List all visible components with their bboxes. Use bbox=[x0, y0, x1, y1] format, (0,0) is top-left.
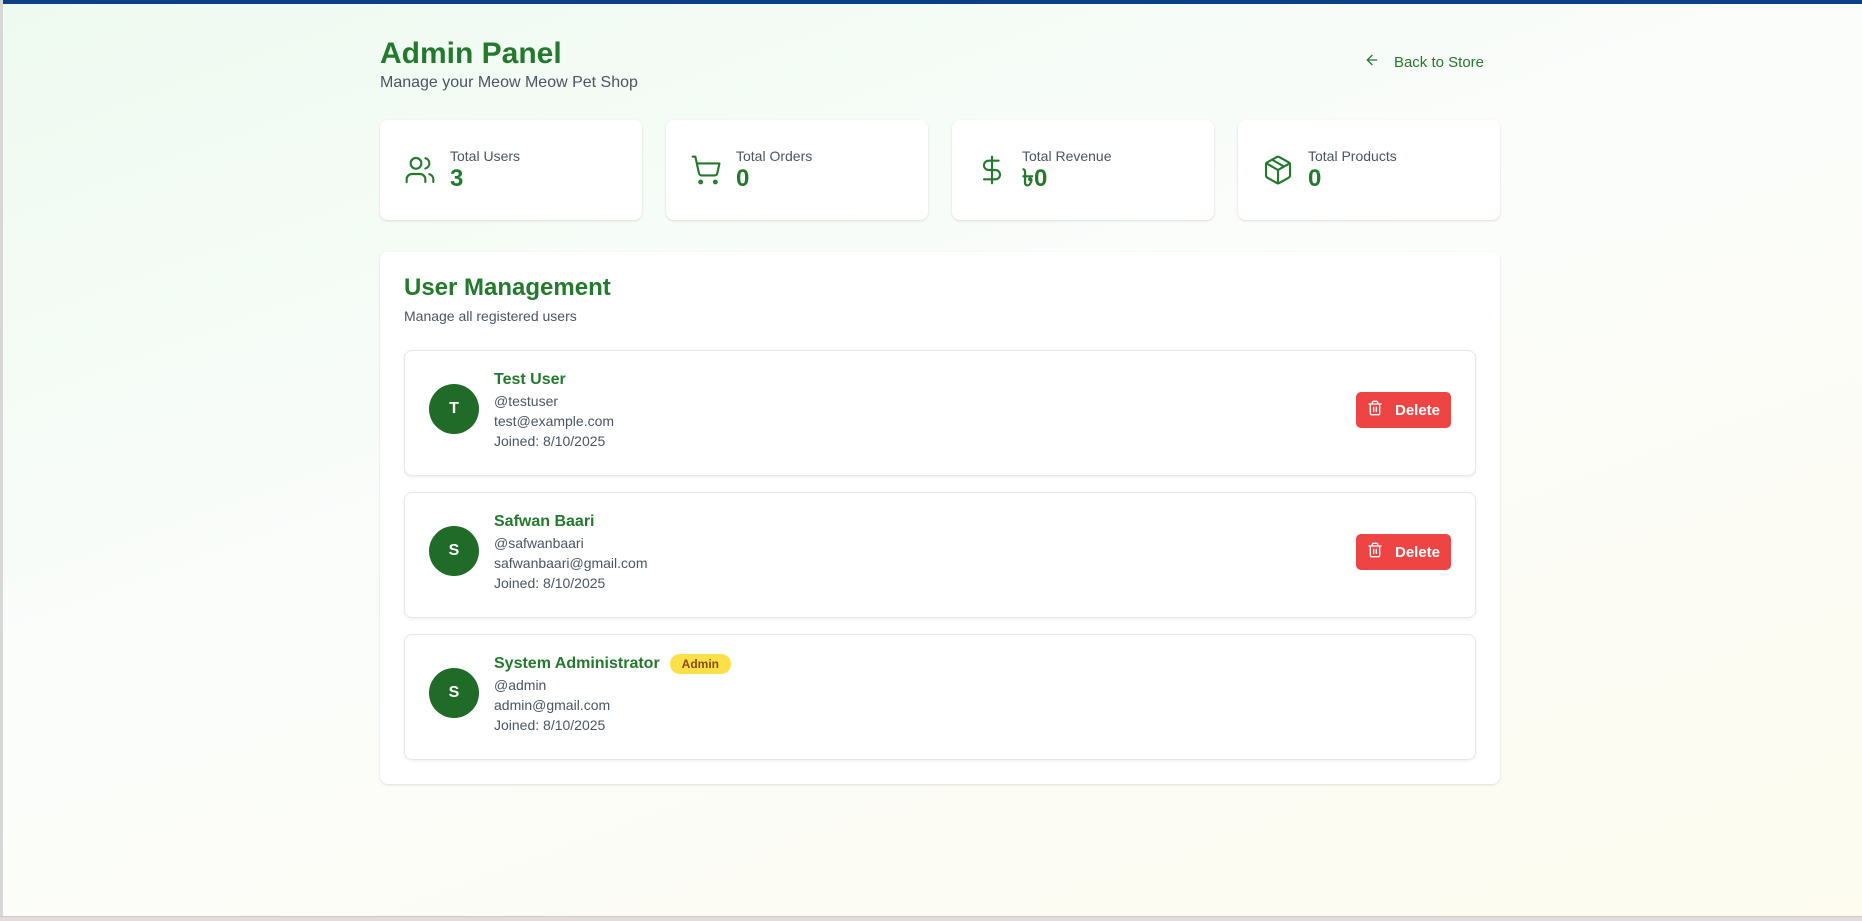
stat-label: Total Users bbox=[450, 148, 521, 164]
user-name-row: System Administrator Admin bbox=[494, 653, 732, 675]
trash-icon bbox=[1367, 400, 1383, 420]
page-title: Admin Panel bbox=[380, 37, 562, 70]
trash-icon bbox=[1367, 542, 1383, 562]
user-email: safwanbaari@gmail.com bbox=[494, 555, 648, 571]
user-joined: Joined: 8/10/2025 bbox=[494, 433, 606, 449]
user-card: T Test User @testuser test@example.com J… bbox=[404, 350, 1476, 476]
delete-user-button[interactable]: Delete bbox=[1356, 534, 1451, 570]
user-username: @admin bbox=[494, 677, 547, 693]
stats-row: Total Users 3 Total Orders 0 Total Reven… bbox=[380, 120, 1500, 220]
stat-value: ৳0 bbox=[1022, 165, 1048, 192]
user-email: test@example.com bbox=[494, 413, 615, 429]
dollar-icon bbox=[976, 154, 1008, 186]
browser-top-bar bbox=[0, 0, 1862, 4]
user-email: admin@gmail.com bbox=[494, 697, 611, 713]
user-joined: Joined: 8/10/2025 bbox=[494, 717, 606, 733]
delete-user-button[interactable]: Delete bbox=[1356, 392, 1451, 428]
stat-label: Total Orders bbox=[736, 148, 813, 164]
user-name: Test User bbox=[494, 371, 566, 388]
stat-card-orders: Total Orders 0 bbox=[666, 120, 928, 220]
users-icon bbox=[404, 154, 436, 186]
back-to-store-label: Back to Store bbox=[1393, 53, 1484, 71]
user-name-row: Safwan Baari bbox=[494, 511, 648, 533]
admin-badge: Admin bbox=[669, 654, 732, 674]
user-info: Safwan Baari @safwanbaari safwanbaari@gm… bbox=[494, 511, 648, 593]
stat-card-products: Total Products 0 bbox=[1238, 120, 1500, 220]
avatar: S bbox=[429, 668, 479, 718]
user-card: S Safwan Baari @safwanbaari safwanbaari@… bbox=[404, 492, 1476, 618]
section-subtitle: Manage all registered users bbox=[404, 308, 577, 324]
page-header: Admin Panel Manage your Meow Meow Pet Sh… bbox=[380, 36, 1500, 96]
back-to-store-link[interactable]: Back to Store bbox=[1364, 52, 1484, 72]
user-username: @testuser bbox=[494, 393, 559, 409]
page-subtitle: Manage your Meow Meow Pet Shop bbox=[380, 74, 638, 91]
user-info: Test User @testuser test@example.com Joi… bbox=[494, 369, 614, 451]
user-name: Safwan Baari bbox=[494, 513, 595, 530]
cart-icon bbox=[690, 154, 722, 186]
section-title: User Management bbox=[404, 274, 611, 301]
user-name: System Administrator bbox=[494, 655, 660, 672]
user-info: System Administrator Admin @admin admin@… bbox=[494, 653, 732, 735]
window-left-edge bbox=[0, 0, 3, 921]
delete-button-label: Delete bbox=[1394, 543, 1441, 561]
stat-card-revenue: Total Revenue ৳0 bbox=[952, 120, 1214, 220]
stat-value: 3 bbox=[450, 165, 464, 192]
user-management-panel: User Management Manage all registered us… bbox=[380, 252, 1500, 784]
user-username: @safwanbaari bbox=[494, 535, 584, 551]
user-card: S System Administrator Admin @admin admi… bbox=[404, 634, 1476, 760]
stat-value: 0 bbox=[1308, 165, 1322, 192]
avatar: T bbox=[429, 384, 479, 434]
box-icon bbox=[1262, 154, 1294, 186]
arrow-left-icon bbox=[1364, 52, 1380, 72]
stat-card-users: Total Users 3 bbox=[380, 120, 642, 220]
user-joined: Joined: 8/10/2025 bbox=[494, 575, 606, 591]
avatar: S bbox=[429, 526, 479, 576]
stat-label: Total Products bbox=[1308, 148, 1397, 164]
stat-value: 0 bbox=[736, 165, 750, 192]
delete-button-label: Delete bbox=[1394, 401, 1441, 419]
window-bottom-edge bbox=[0, 916, 1862, 921]
user-name-row: Test User bbox=[494, 369, 614, 391]
stat-label: Total Revenue bbox=[1022, 148, 1112, 164]
